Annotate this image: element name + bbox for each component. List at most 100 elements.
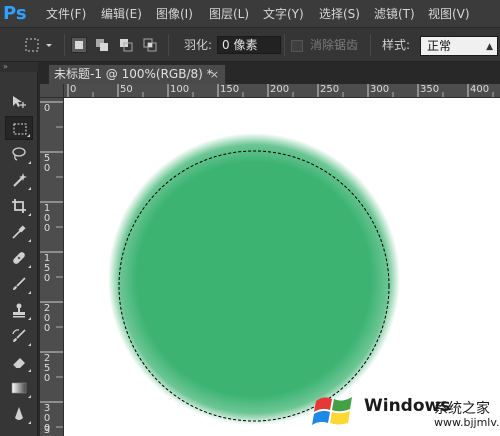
new-selection-button[interactable] [71, 37, 87, 53]
tool-flyout-indicator [28, 317, 31, 320]
lasso-icon [12, 147, 26, 161]
subtract-selection-button[interactable] [118, 37, 134, 53]
collapse-toolbox-button[interactable]: » [0, 62, 38, 72]
menu-filter[interactable]: 滤镜(T) [374, 6, 415, 22]
marquee-preset-icon [25, 38, 52, 52]
healing-brush-tool[interactable] [5, 246, 33, 270]
history-brush-tool[interactable] [5, 324, 33, 348]
tool-flyout-indicator [28, 239, 31, 242]
blur-drop-icon [15, 407, 23, 420]
toolbox: » [0, 62, 38, 436]
tool-flyout-indicator [28, 161, 31, 164]
ruler-label: 0 [43, 103, 51, 114]
brush-tool[interactable] [5, 272, 33, 296]
magic-wand-icon [13, 173, 27, 187]
separator [284, 34, 285, 56]
ruler-label: 400 [470, 84, 490, 95]
clone-stamp-tool[interactable] [5, 298, 33, 322]
move-icon [13, 96, 26, 108]
eraser-icon [12, 358, 25, 369]
watermark: Windows 系统之家 www.bjjmlv.com [308, 386, 500, 436]
tool-flyout-indicator [28, 291, 31, 294]
ruler-label: 50 [120, 84, 133, 95]
eraser-tool[interactable] [5, 350, 33, 374]
separator [168, 34, 169, 56]
tool-preset-picker[interactable] [22, 36, 56, 54]
horizontal-ruler[interactable]: 0 50 100 150 200 250 300 350 400 [64, 84, 500, 98]
intersect-selection-icon [143, 38, 157, 52]
history-brush-icon [12, 329, 26, 342]
ruler-label: 3 [43, 425, 51, 436]
document-tab[interactable]: 未标题-1 @ 100%(RGB/8) * × [48, 64, 226, 84]
crop-icon [12, 199, 26, 213]
vertical-ruler[interactable]: 0 5 0 1 0 0 1 5 0 2 0 0 2 5 0 3 0 0 3 [40, 98, 64, 436]
crop-tool[interactable] [5, 194, 33, 218]
windows-logo [312, 397, 352, 425]
menu-view[interactable]: 视图(V) [428, 6, 470, 22]
feather-label: 羽化: [184, 38, 213, 52]
ruler-label: 5 0 [43, 153, 51, 174]
intersect-selection-button[interactable] [142, 37, 158, 53]
document-area: 未标题-1 @ 100%(RGB/8) * × 0 50 100 150 200… [38, 62, 500, 436]
subtract-selection-icon [120, 39, 133, 52]
ruler-label: 100 [170, 84, 190, 95]
new-selection-icon [75, 41, 83, 49]
watermark-site-name: 系统之家 [434, 401, 490, 417]
menu-image[interactable]: 图像(I) [156, 6, 193, 22]
separator [370, 34, 371, 56]
menu-type[interactable]: 文字(Y) [263, 6, 304, 22]
magic-wand-tool[interactable] [5, 168, 33, 192]
menu-bar: Ps 文件(F) 编辑(E) 图像(I) 图层(L) 文字(Y) 选择(S) 滤… [0, 0, 500, 28]
tool-flyout-indicator [28, 187, 31, 190]
document-title: 未标题-1 @ 100%(RGB/8) * [54, 67, 213, 81]
app-logo[interactable]: Ps [3, 2, 31, 26]
eyedropper-icon [12, 225, 26, 239]
close-icon[interactable]: × [210, 65, 219, 84]
stamp-icon [13, 303, 25, 318]
bandage-icon [13, 252, 25, 264]
ruler-label: 1 5 0 [43, 253, 51, 284]
add-selection-button[interactable] [94, 37, 110, 53]
feather-input[interactable]: 0 像素 [217, 36, 281, 54]
add-selection-icon [96, 39, 108, 51]
watermark-url: www.bjjmlv.com [434, 416, 500, 429]
lasso-tool[interactable] [5, 142, 33, 166]
tool-flyout-indicator [28, 369, 31, 372]
ruler-label: 200 [270, 84, 290, 95]
antialias-label: 消除锯齿 [310, 38, 359, 52]
gradient-icon [11, 382, 27, 394]
tool-flyout-indicator [28, 265, 31, 268]
tool-flyout-indicator [28, 343, 31, 346]
move-tool[interactable] [5, 90, 33, 114]
style-select[interactable]: 正常 ▲ [420, 36, 498, 56]
ruler-label: 300 [370, 84, 390, 95]
menu-edit[interactable]: 编辑(E) [101, 6, 142, 22]
tool-flyout-indicator [28, 395, 31, 398]
ruler-label: 1 0 0 [43, 203, 51, 234]
eyedropper-tool[interactable] [5, 220, 33, 244]
brush-icon [13, 277, 26, 290]
ruler-label: 350 [420, 84, 440, 95]
menu-file[interactable]: 文件(F) [46, 6, 86, 22]
menu-select[interactable]: 选择(S) [319, 6, 360, 22]
ruler-label: 150 [220, 84, 240, 95]
tool-flyout-indicator [28, 421, 31, 424]
tool-flyout-indicator [28, 213, 31, 216]
ruler-label: 2 5 0 [43, 353, 51, 384]
ruler-label: 250 [320, 84, 340, 95]
gradient-tool[interactable] [5, 376, 33, 400]
updown-arrow-icon: ▲ [486, 42, 493, 52]
style-label: 样式: [382, 38, 411, 52]
antialias-checkbox[interactable] [291, 40, 303, 52]
blur-tool[interactable] [5, 402, 33, 426]
separator [64, 34, 65, 56]
tool-flyout-indicator [27, 134, 30, 137]
rectangular-marquee-icon [13, 123, 27, 135]
menu-layer[interactable]: 图层(L) [209, 6, 249, 22]
ruler-label: 2 0 0 [43, 303, 51, 334]
marquee-tool[interactable] [5, 116, 33, 140]
ruler-label: 0 [70, 84, 77, 95]
style-value: 正常 [427, 39, 452, 53]
green-circle [108, 133, 400, 425]
ruler-origin[interactable] [40, 84, 64, 98]
